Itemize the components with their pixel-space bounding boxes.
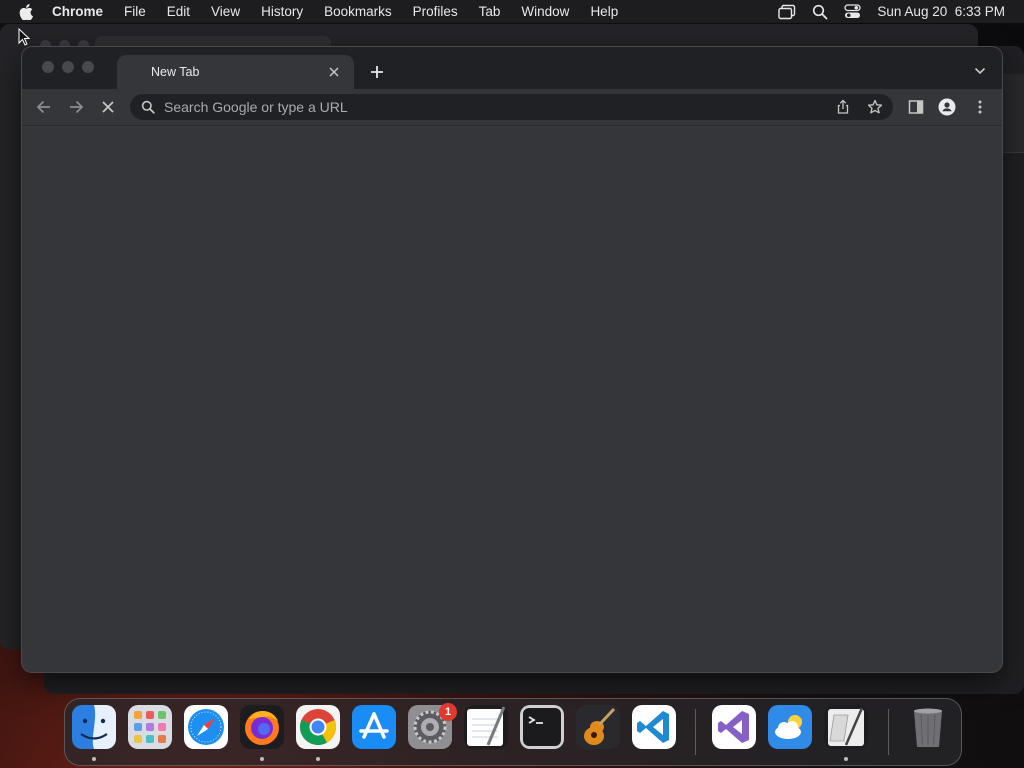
close-tab-icon[interactable] — [327, 65, 341, 79]
dock-firefox-icon[interactable] — [240, 705, 284, 749]
dock-separator — [888, 709, 889, 755]
dock-weather-icon[interactable] — [768, 705, 812, 749]
dock-vscode-icon[interactable] — [632, 705, 676, 749]
menu-app-name[interactable]: Chrome — [52, 4, 103, 19]
dock-safari-icon[interactable] — [184, 705, 228, 749]
profile-avatar-icon[interactable] — [938, 98, 956, 116]
spotlight-search-icon[interactable] — [812, 4, 828, 20]
dock-running-indicator — [92, 757, 96, 761]
address-input[interactable] — [164, 94, 804, 120]
menu-bookmarks[interactable]: Bookmarks — [324, 4, 392, 19]
dock-separator — [695, 709, 696, 755]
menu-view[interactable]: View — [211, 4, 240, 19]
menu-tab[interactable]: Tab — [479, 4, 501, 19]
dock — [64, 698, 962, 766]
screen-mirroring-icon[interactable] — [778, 4, 796, 20]
close-window-button[interactable] — [42, 61, 54, 73]
system-settings-notification-badge: 1 — [439, 703, 457, 721]
dock-chrome-icon[interactable] — [296, 705, 340, 749]
control-center-icon[interactable] — [844, 4, 862, 19]
browser-toolbar — [22, 89, 1002, 126]
mouse-cursor-icon — [18, 28, 30, 46]
chrome-window: New Tab — [22, 47, 1002, 672]
forward-arrow-icon[interactable] — [67, 98, 85, 116]
dock-launchpad-icon[interactable] — [128, 705, 172, 749]
tab-search-chevron-down-icon[interactable] — [973, 64, 987, 78]
back-arrow-icon[interactable] — [35, 98, 53, 116]
stop-loading-x-icon[interactable] — [99, 98, 117, 116]
dock-finder-icon[interactable] — [72, 705, 116, 749]
zoom-window-button[interactable] — [82, 61, 94, 73]
dock-visual-studio-icon[interactable] — [712, 705, 756, 749]
menu-bar-clock[interactable]: Sun Aug 20 6:33 PM — [877, 4, 1005, 19]
menu-edit[interactable]: Edit — [167, 4, 190, 19]
more-menu-kebab-icon[interactable] — [971, 98, 989, 116]
tab-new-tab[interactable]: New Tab — [117, 55, 354, 89]
apple-menu-icon[interactable] — [19, 3, 33, 20]
dock-running-indicator — [260, 757, 264, 761]
address-bar[interactable] — [130, 94, 893, 120]
dock-running-indicator — [844, 757, 848, 761]
menu-file[interactable]: File — [124, 4, 146, 19]
menu-profiles[interactable]: Profiles — [413, 4, 458, 19]
side-panel-icon[interactable] — [907, 98, 925, 116]
dock-garageband-icon[interactable] — [576, 705, 620, 749]
tab-strip: New Tab — [22, 47, 1002, 89]
page-content-area[interactable] — [22, 126, 1002, 672]
tab-title: New Tab — [151, 65, 200, 79]
dock-script-editor-icon[interactable] — [824, 705, 868, 749]
dock-app-store-icon[interactable] — [352, 705, 396, 749]
new-tab-plus-icon[interactable] — [368, 63, 386, 81]
dock-trash-icon[interactable] — [906, 705, 950, 749]
menu-help[interactable]: Help — [590, 4, 618, 19]
window-traffic-lights — [42, 61, 94, 73]
menu-bar: Chrome File Edit View History Bookmarks … — [0, 0, 1024, 23]
dock-running-indicator — [316, 757, 320, 761]
search-icon — [141, 100, 155, 114]
minimize-window-button[interactable] — [62, 61, 74, 73]
dock-terminal-icon[interactable] — [520, 705, 564, 749]
dock-textedit-icon[interactable] — [464, 705, 508, 749]
menu-window[interactable]: Window — [521, 4, 569, 19]
menu-history[interactable]: History — [261, 4, 303, 19]
share-icon[interactable] — [835, 99, 851, 115]
bookmark-star-icon[interactable] — [867, 99, 883, 115]
